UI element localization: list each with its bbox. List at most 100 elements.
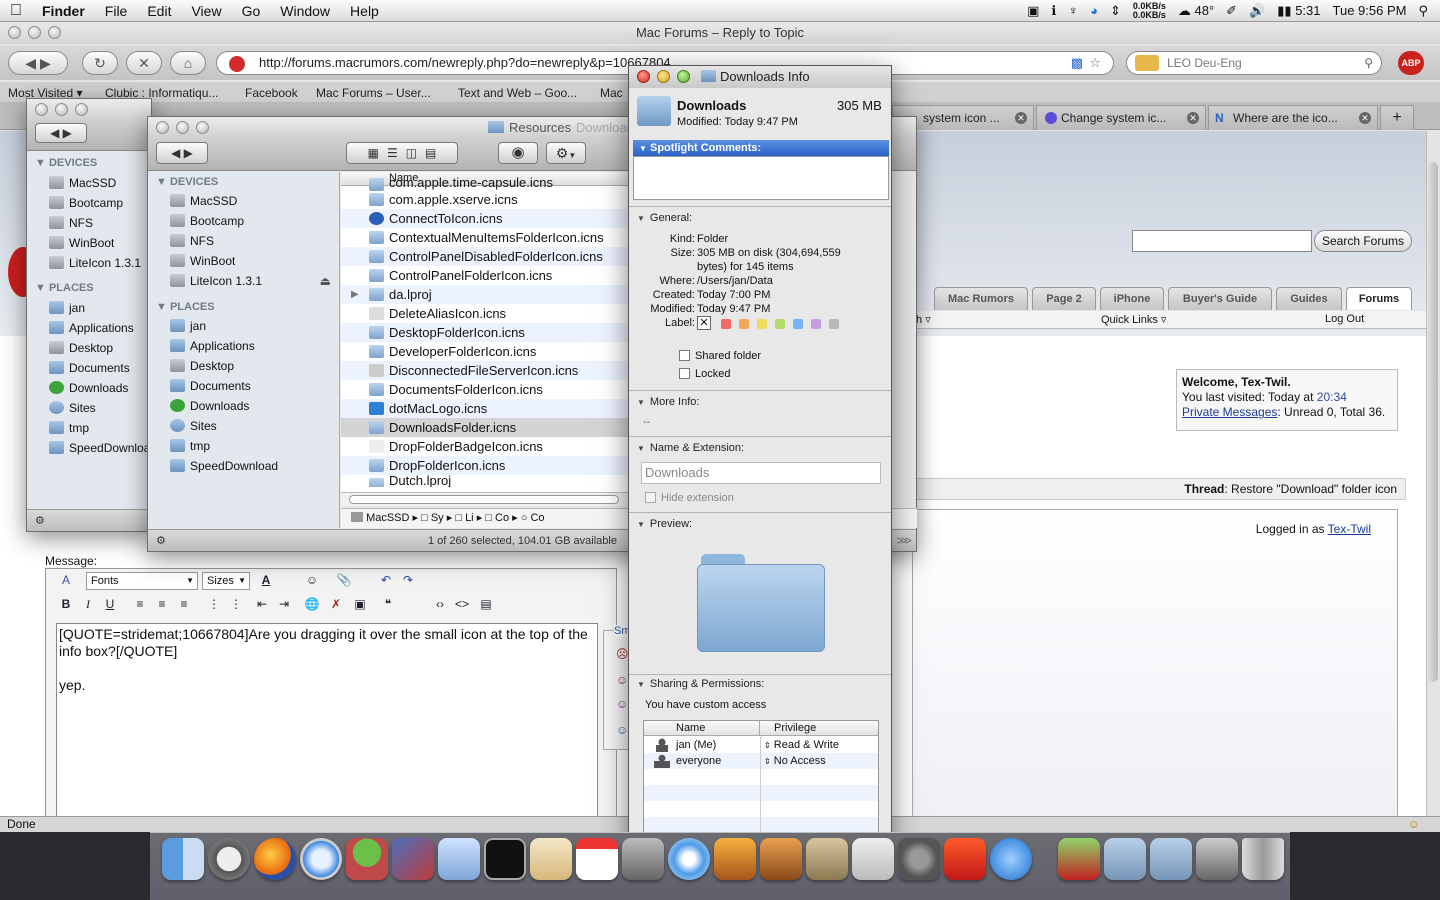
sidebar-item-jan[interactable]: jan: [49, 301, 85, 315]
sidebar-item-desktop[interactable]: Desktop: [170, 359, 234, 373]
path-item[interactable]: □ Li: [455, 512, 473, 524]
minimize-button[interactable]: [55, 103, 68, 116]
sidebar-item-winboot[interactable]: WinBoot: [49, 236, 114, 250]
outdent-icon[interactable]: ⇤: [254, 596, 270, 612]
undo-icon[interactable]: ↶: [378, 572, 394, 588]
tab-guides[interactable]: Guides: [1276, 287, 1342, 310]
search-bar[interactable]: LEO Deu-Eng ⚲: [1126, 51, 1382, 75]
apple-menu-icon[interactable]: : [0, 2, 32, 20]
app-dock-icon[interactable]: [346, 838, 388, 880]
spotlight-comments-header[interactable]: ▼ Spotlight Comments:: [633, 140, 889, 156]
general-section-header[interactable]: General:: [637, 212, 692, 224]
itunes-dock-icon[interactable]: [668, 838, 710, 880]
hide-extension-checkbox[interactable]: [645, 492, 656, 503]
path-item-macssd[interactable]: MacSSD: [351, 512, 409, 524]
privilege-select[interactable]: ⇕ No Access: [764, 753, 826, 770]
label-green[interactable]: [775, 319, 785, 329]
icon-view-icon[interactable]: ▦: [368, 146, 387, 160]
downloads-dock-icon[interactable]: [1150, 838, 1192, 880]
sidebar-item-speeddownload[interactable]: SpeedDownload: [170, 459, 278, 473]
column-view-icon[interactable]: ◫: [406, 146, 425, 160]
file-row[interactable]: DeleteAliasIcon.icns: [341, 304, 629, 323]
tab-iphone[interactable]: iPhone: [1100, 287, 1164, 310]
locked-checkbox[interactable]: [679, 368, 690, 379]
permission-row[interactable]: everyone ⇕ No Access: [644, 753, 878, 769]
smiley-icon[interactable]: ☺: [616, 697, 628, 711]
disclosure-triangle-icon[interactable]: ▶: [351, 285, 359, 304]
flame-dock-icon[interactable]: [944, 838, 986, 880]
preview-section-header[interactable]: Preview:: [637, 518, 692, 530]
updown-arrow-icon[interactable]: ⇕: [1110, 3, 1121, 19]
adblock-icon[interactable]: ABP: [1398, 51, 1424, 75]
page-scroll-thumb[interactable]: [1428, 162, 1438, 682]
label-none-button[interactable]: ✕: [697, 316, 711, 330]
spotlight-icon[interactable]: ⚲: [1418, 3, 1428, 19]
file-row[interactable]: DesktopFolderIcon.icns: [341, 323, 629, 342]
file-row[interactable]: ControlPanelFolderIcon.icns: [341, 266, 629, 285]
stop-button[interactable]: ✕: [126, 51, 162, 75]
close-button[interactable]: [35, 103, 48, 116]
utility-dock-icon[interactable]: [990, 838, 1032, 880]
file-row[interactable]: ControlPanelDisabledFolderIcon.icns: [341, 247, 629, 266]
menu-window[interactable]: Window: [270, 3, 340, 19]
sidebar-item-applications[interactable]: Applications: [170, 339, 255, 353]
sidebar-item-bootcamp[interactable]: Bootcamp: [170, 214, 244, 228]
name-field[interactable]: Downloads: [641, 462, 881, 484]
rss-icon[interactable]: ▩: [1071, 52, 1083, 74]
horizontal-scroll-thumb[interactable]: [349, 495, 619, 504]
close-button[interactable]: [8, 26, 21, 39]
menu-edit[interactable]: Edit: [137, 3, 181, 19]
sidebar-item-nfs[interactable]: NFS: [49, 216, 93, 230]
tab-close-icon[interactable]: ✕: [1015, 112, 1027, 124]
grapher-dock-icon[interactable]: [852, 838, 894, 880]
back-forward-button[interactable]: ◀ ▶: [8, 51, 68, 75]
zoom-button[interactable]: [75, 103, 88, 116]
tab-page-2[interactable]: Page 2: [1032, 287, 1096, 310]
status-addon-icon[interactable]: ☺: [1408, 817, 1420, 832]
menu-help[interactable]: Help: [340, 3, 389, 19]
volume-icon[interactable]: 🔊: [1249, 3, 1265, 19]
attachment-icon[interactable]: 📎: [336, 572, 352, 588]
close-button[interactable]: [637, 70, 650, 83]
sidebar-item-liteicon[interactable]: LiteIcon 1.3.1 ⏏: [170, 274, 335, 288]
minimize-button[interactable]: [28, 26, 41, 39]
insert-link-icon[interactable]: 🌐: [304, 596, 320, 612]
sidebar-item-winboot[interactable]: WinBoot: [170, 254, 235, 268]
coverflow-view-icon[interactable]: ▤: [425, 146, 444, 160]
log-out-link[interactable]: Log Out: [1325, 313, 1364, 325]
file-row[interactable]: com.apple.time-capsule.icns: [341, 176, 629, 191]
quick-look-button[interactable]: ◉: [498, 142, 538, 164]
system-preferences-dock-icon[interactable]: [898, 838, 940, 880]
tab-where-are-icons[interactable]: N Where are the ico... ✕: [1208, 105, 1378, 130]
align-right-icon[interactable]: ≡: [176, 596, 192, 612]
new-tab-button[interactable]: +: [1380, 105, 1414, 130]
temperature-readout[interactable]: ☁ 48°: [1178, 3, 1214, 19]
address-book-dock-icon[interactable]: [530, 838, 572, 880]
file-row[interactable]: DocumentsFolderIcon.icns: [341, 380, 629, 399]
sharing-section-header[interactable]: Sharing & Permissions:: [637, 678, 764, 690]
app-dock-icon[interactable]: [1058, 838, 1100, 880]
safari-dock-icon[interactable]: [300, 838, 342, 880]
horizontal-scrollbar[interactable]: [341, 492, 629, 506]
remove-format-icon[interactable]: A: [58, 572, 74, 588]
font-select[interactable]: Fonts ▼: [86, 572, 198, 590]
path-item[interactable]: □ Co: [485, 512, 509, 524]
zoom-button[interactable]: [48, 26, 61, 39]
sidebar-item-speeddownload[interactable]: SpeedDownload: [49, 441, 157, 455]
smiley-angry-icon[interactable]: ☹: [616, 647, 629, 661]
home-button[interactable]: ⌂: [170, 51, 206, 75]
folder-icon[interactable]: [637, 96, 671, 126]
italic-icon[interactable]: I: [80, 596, 96, 612]
reload-button[interactable]: ↻: [82, 51, 118, 75]
label-red[interactable]: [721, 319, 731, 329]
ical-dock-icon[interactable]: [576, 838, 618, 880]
search-forums-button[interactable]: Search Forums: [1314, 230, 1412, 252]
clock[interactable]: Tue 9:56 PM: [1333, 3, 1407, 18]
text-color-icon[interactable]: A: [258, 572, 274, 588]
sidebar-item-desktop[interactable]: Desktop: [49, 341, 113, 355]
tab-close-icon[interactable]: ✕: [1359, 112, 1371, 124]
unordered-list-icon[interactable]: ⋮: [228, 596, 244, 612]
info-icon[interactable]: ℹ: [1051, 3, 1056, 19]
resize-grip-icon[interactable]: ⋙: [896, 530, 912, 552]
smiley-icon[interactable]: ☺: [616, 723, 628, 737]
